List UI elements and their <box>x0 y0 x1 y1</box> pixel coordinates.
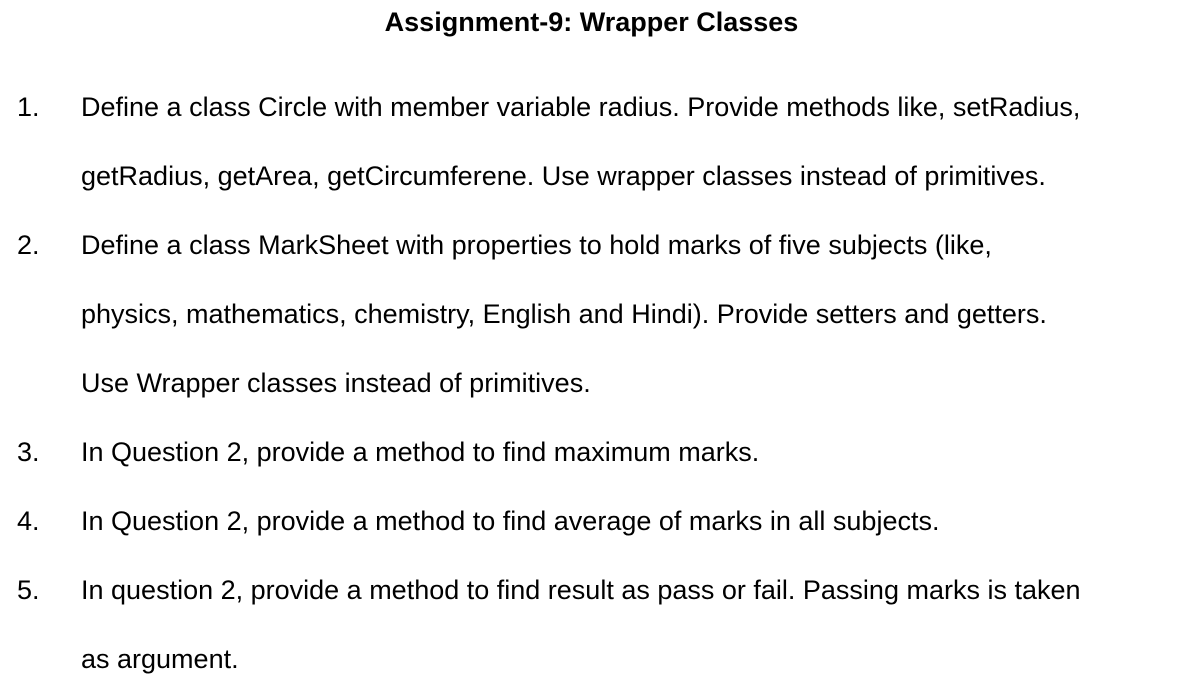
page-title: Assignment-9: Wrapper Classes <box>384 7 799 37</box>
item-line: In question 2, provide a method to find … <box>81 575 1081 605</box>
list-item: 4. In Question 2, provide a method to fi… <box>0 487 1200 556</box>
item-text: Define a class MarkSheet with properties… <box>81 211 1200 418</box>
item-line: Use Wrapper classes instead of primitive… <box>81 368 591 398</box>
list-item: 3. In Question 2, provide a method to fi… <box>0 418 1200 487</box>
item-line: as argument. <box>81 644 239 674</box>
item-text: In Question 2, provide a method to find … <box>81 487 1200 556</box>
document-page: Assignment-9: Wrapper Classes 1. Define … <box>0 0 1200 691</box>
list-item: 2. Define a class MarkSheet with propert… <box>0 211 1200 418</box>
item-line: physics, mathematics, chemistry, English… <box>81 299 1047 329</box>
item-line: getRadius, getArea, getCircumferene. Use… <box>81 161 1046 191</box>
assignment-list: 1. Define a class Circle with member var… <box>0 73 1200 694</box>
item-line: Define a class Circle with member variab… <box>81 92 1081 122</box>
item-number: 2. <box>17 230 40 260</box>
item-number: 1. <box>17 92 40 122</box>
item-line: Define a class MarkSheet with properties… <box>81 230 992 260</box>
item-number: 4. <box>17 506 40 536</box>
item-text: In Question 2, provide a method to find … <box>81 418 1200 487</box>
item-text: Define a class Circle with member variab… <box>81 73 1200 211</box>
item-number: 3. <box>17 437 40 467</box>
list-item: 1. Define a class Circle with member var… <box>0 73 1200 211</box>
item-line: In Question 2, provide a method to find … <box>81 506 940 536</box>
item-number: 5. <box>17 575 40 605</box>
list-item: 5. In question 2, provide a method to fi… <box>0 556 1200 694</box>
item-text: In question 2, provide a method to find … <box>81 556 1200 694</box>
item-line: In Question 2, provide a method to find … <box>81 437 760 467</box>
